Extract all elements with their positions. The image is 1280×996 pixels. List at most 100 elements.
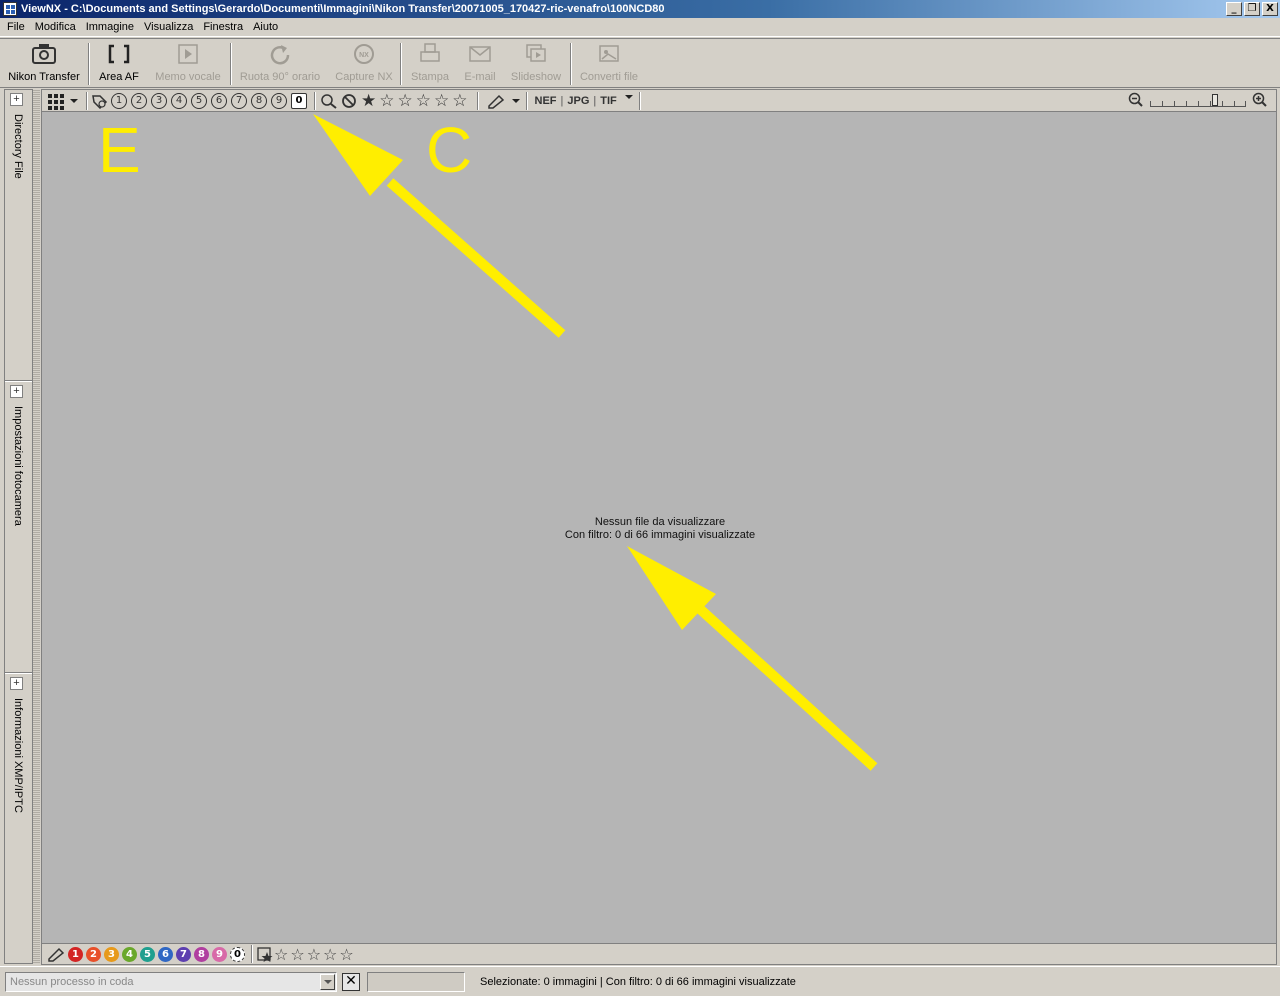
area-af-button[interactable]: Area AF: [94, 39, 144, 88]
rating-filter-star-4[interactable]: ☆: [416, 92, 431, 109]
set-rating-star-2[interactable]: ☆: [290, 945, 304, 964]
label-filter-0[interactable]: 0: [291, 92, 307, 109]
zoom-slider[interactable]: [1150, 93, 1246, 107]
set-rating-star-4[interactable]: ☆: [323, 945, 337, 964]
convert-icon: [599, 45, 619, 62]
rotate-label: Ruota 90° orario: [239, 71, 321, 83]
toolbar-separator: [314, 91, 316, 110]
email-button[interactable]: E-mail: [458, 39, 502, 88]
status-bar: Nessun processo in coda ✕ Selezionate: 0…: [0, 966, 1280, 996]
format-filter-jpg[interactable]: JPG: [567, 95, 589, 107]
format-filter-nef[interactable]: NEF: [535, 95, 557, 107]
set-label-2[interactable]: 2: [86, 946, 101, 962]
label-filter-1[interactable]: 1: [111, 92, 127, 109]
capture-nx-button[interactable]: NX Capture NX: [332, 39, 396, 88]
edit-pen-icon[interactable]: [486, 93, 508, 109]
thumbnail-grid-icon[interactable]: [48, 93, 66, 110]
menu-visualizza[interactable]: Visualizza: [139, 21, 198, 33]
process-queue-select[interactable]: Nessun processo in coda: [5, 972, 337, 992]
chevron-down-icon[interactable]: [320, 974, 335, 990]
set-label-3[interactable]: 3: [104, 946, 119, 962]
window-title: ViewNX - C:\Documents and Settings\Gerar…: [21, 3, 665, 15]
convert-files-button[interactable]: Converti file: [576, 39, 642, 88]
memo-vocale-button[interactable]: Memo vocale: [152, 39, 224, 88]
zoom-slider-thumb[interactable]: [1212, 94, 1218, 106]
thumbnail-viewer[interactable]: Nessun file da visualizzare Con filtro: …: [41, 111, 1277, 944]
xmp-iptc-panel[interactable]: + Informazioni XMP/IPTC: [5, 674, 32, 964]
set-label-4[interactable]: 4: [122, 946, 137, 962]
label-buttons: 1234567890: [68, 946, 248, 962]
label-filter-5[interactable]: 5: [191, 92, 207, 109]
set-rating-star-5[interactable]: ☆: [339, 945, 353, 964]
rating-filter-star-5[interactable]: ☆: [434, 92, 449, 109]
set-label-9[interactable]: 9: [212, 946, 227, 962]
toolbar-separator: [400, 43, 402, 85]
app-icon: [3, 2, 17, 16]
format-filter-tif[interactable]: TIF: [600, 95, 617, 107]
email-label: E-mail: [464, 71, 496, 83]
minimize-button[interactable]: _: [1226, 2, 1242, 16]
zoom-in-icon[interactable]: [1252, 92, 1268, 108]
set-label-8[interactable]: 8: [194, 946, 209, 962]
af-brackets-icon: [108, 44, 130, 64]
label-rating-bar: 1234567890 ☆ ☆ ☆ ☆ ☆: [41, 944, 1277, 965]
rating-filter-star-2[interactable]: ☆: [379, 92, 394, 109]
label-filter-8[interactable]: 8: [251, 92, 267, 109]
label-filter-9[interactable]: 9: [271, 92, 287, 109]
restore-button[interactable]: ❐: [1244, 2, 1260, 16]
expand-directory-button[interactable]: +: [10, 93, 23, 106]
label-filter-6[interactable]: 6: [211, 92, 227, 109]
expand-xmp-iptc-button[interactable]: +: [10, 677, 23, 690]
menu-aiuto[interactable]: Aiuto: [248, 21, 283, 33]
set-label-6[interactable]: 6: [158, 946, 173, 962]
rating-filter-icon[interactable]: [319, 93, 339, 109]
camera-settings-panel[interactable]: + Impostazioni fotocamera: [5, 382, 32, 672]
camera-settings-panel-label: Impostazioni fotocamera: [12, 406, 24, 526]
set-label-5[interactable]: 5: [140, 946, 155, 962]
nikon-transfer-button[interactable]: Nikon Transfer: [4, 39, 84, 88]
cancel-process-button[interactable]: ✕: [342, 973, 360, 991]
progress-bar: [367, 972, 465, 992]
label-filter-7[interactable]: 7: [231, 92, 247, 109]
rating-edit-icon[interactable]: [256, 946, 274, 962]
play-icon: [178, 44, 198, 64]
label-filter-4[interactable]: 4: [171, 92, 187, 109]
slideshow-button[interactable]: Slideshow: [506, 39, 566, 88]
menu-finestra[interactable]: Finestra: [198, 21, 248, 33]
xmp-iptc-panel-label: Informazioni XMP/IPTC: [12, 698, 24, 813]
print-button[interactable]: Stampa: [406, 39, 454, 88]
rotate-button[interactable]: Ruota 90° orario: [236, 39, 324, 88]
main-toolbar: Nikon Transfer Area AF Memo vocale Ruota…: [0, 38, 1280, 88]
label-filter-2[interactable]: 2: [131, 92, 147, 109]
capture-nx-icon: NX: [354, 44, 374, 64]
edit-dropdown-icon[interactable]: [511, 98, 520, 103]
menu-immagine[interactable]: Immagine: [81, 21, 139, 33]
set-label-1[interactable]: 1: [68, 946, 83, 962]
toolbar-separator: [525, 91, 528, 110]
rating-filter-star-3[interactable]: ☆: [398, 92, 413, 109]
printer-icon: [420, 43, 440, 62]
rating-filter-star-1[interactable]: ★: [361, 92, 376, 109]
toolbar-separator: [230, 43, 232, 85]
view-mode-dropdown-icon[interactable]: [70, 98, 78, 103]
rating-filter-star-6[interactable]: ☆: [452, 92, 467, 109]
slideshow-label: Slideshow: [510, 71, 562, 83]
edit-pen-icon[interactable]: [46, 946, 68, 962]
set-rating-star-3[interactable]: ☆: [307, 945, 321, 964]
menu-modifica[interactable]: Modifica: [30, 21, 81, 33]
set-label-7[interactable]: 7: [176, 946, 191, 962]
set-label-0[interactable]: 0: [230, 946, 245, 962]
format-dropdown-icon[interactable]: [624, 94, 633, 99]
set-rating-star-1[interactable]: ☆: [274, 945, 288, 964]
close-button[interactable]: X: [1262, 2, 1278, 16]
label-filter-icon[interactable]: [91, 93, 109, 109]
zoom-out-icon[interactable]: [1128, 92, 1144, 108]
label-filter-3[interactable]: 3: [151, 92, 167, 109]
format-separator: |: [593, 94, 597, 107]
no-rating-icon[interactable]: [341, 93, 357, 109]
expand-camera-settings-button[interactable]: +: [10, 385, 23, 398]
directory-panel[interactable]: + Directory File: [5, 90, 32, 380]
menu-file[interactable]: File: [2, 21, 30, 33]
panel-splitter[interactable]: [33, 89, 40, 964]
capture-nx-label: Capture NX: [335, 71, 393, 83]
